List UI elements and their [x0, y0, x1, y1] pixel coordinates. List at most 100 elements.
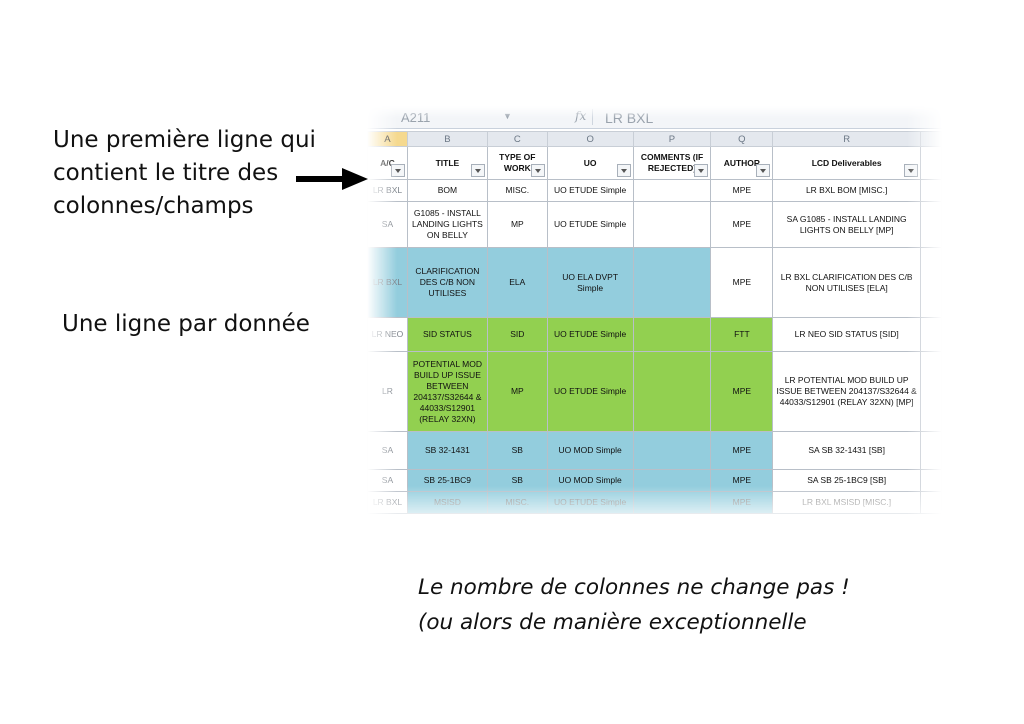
cell-comments[interactable]	[632, 431, 712, 470]
cell-title[interactable]: SB 25-1BC9	[406, 469, 488, 492]
name-box[interactable]: A211	[401, 110, 430, 125]
formula-input[interactable]: LR BXL	[605, 110, 653, 126]
cell-comments[interactable]	[632, 179, 712, 202]
cell-title[interactable]: POTENTIAL MOD BUILD UP ISSUE BETWEEN 204…	[406, 351, 488, 432]
filter-dropdown-icon[interactable]	[904, 164, 918, 177]
filter-dropdown-icon[interactable]	[470, 164, 485, 177]
cell-type[interactable]: MISC.	[486, 179, 548, 202]
header-label: AUTHOR	[723, 157, 761, 168]
cell-comments[interactable]	[632, 469, 712, 492]
cell-lcd[interactable]: LR BXL BOM [MISC.]	[772, 179, 921, 202]
cell-title[interactable]: CLARIFICATION DES C/B NON UTILISES	[406, 247, 488, 318]
cell-lcd[interactable]: LR NEO SID STATUS [SID]	[772, 317, 921, 352]
cell-author[interactable]: MPE	[710, 469, 774, 492]
table-row[interactable]: LR BXL BOM MISC. UO ETUDE Simple MPE LR …	[367, 179, 942, 202]
cell-uo[interactable]: UO ETUDE Simple	[546, 317, 634, 352]
spreadsheet-screenshot: A211 ▼ fx LR BXL A B C O P Q R A/C TITLE…	[367, 106, 942, 526]
cell-lcd[interactable]: SA G1085 - INSTALL LANDING LIGHTS ON BEL…	[772, 201, 921, 248]
cell-author[interactable]: MPE	[710, 491, 774, 514]
cell-uo[interactable]: UO ETUDE Simple	[546, 491, 634, 514]
cell-ac[interactable]: LR BXL	[367, 179, 408, 202]
filter-dropdown-icon[interactable]	[616, 164, 631, 177]
cell-title[interactable]: SB 32-1431	[406, 431, 488, 470]
cell-uo[interactable]: UO ETUDE Simple	[546, 179, 634, 202]
cell-comments[interactable]	[632, 201, 712, 248]
cell-ac[interactable]: LR	[367, 351, 408, 432]
cell-comments[interactable]	[632, 317, 712, 352]
cell-title[interactable]: MSISD	[406, 491, 488, 514]
cell-author[interactable]: MPE	[710, 179, 774, 202]
cell-uo[interactable]: UO MOD Simple	[546, 469, 634, 492]
filter-dropdown-icon[interactable]	[390, 164, 405, 177]
cell-lcd[interactable]: SA SB 32-1431 [SB]	[772, 431, 921, 470]
cell-author[interactable]: MPE	[710, 431, 774, 470]
cell-comments[interactable]	[632, 491, 712, 514]
cell-author[interactable]: MPE	[710, 201, 774, 248]
cell-title[interactable]: BOM	[406, 179, 488, 202]
table-row[interactable]: SA SB 25-1BC9 SB UO MOD Simple MPE SA SB…	[367, 469, 942, 492]
cell-partial	[920, 179, 942, 202]
cell-type[interactable]: MP	[486, 201, 548, 248]
chevron-down-icon[interactable]: ▼	[503, 111, 512, 121]
arrow-icon	[296, 168, 368, 190]
fx-icon[interactable]: fx	[575, 109, 586, 123]
cell-ac[interactable]: SA	[367, 201, 408, 248]
cell-ac[interactable]: SA	[367, 431, 408, 470]
cell-partial	[920, 491, 942, 514]
column-letter[interactable]: O	[546, 131, 634, 147]
header-cell: AUTHOR	[710, 146, 774, 180]
footer-note: Le nombre de colonnes ne change pas ! (o…	[418, 570, 850, 640]
cell-type[interactable]: SB	[486, 431, 548, 470]
cell-author[interactable]: FTT	[710, 317, 774, 352]
column-letter[interactable]: C	[486, 131, 548, 147]
cell-lcd[interactable]: LR BXL MSISD [MISC.]	[772, 491, 921, 514]
column-letter[interactable]: R	[772, 131, 921, 147]
row-callout: Une ligne par donnée	[62, 311, 310, 337]
table-row[interactable]: SA SB 32-1431 SB UO MOD Simple MPE SA SB…	[367, 431, 942, 470]
cell-type[interactable]: SID	[486, 317, 548, 352]
table-row[interactable]: LR BXL MSISD MISC. UO ETUDE Simple MPE L…	[367, 491, 942, 514]
footer-line-2: (ou alors de manière exceptionnelle	[418, 610, 807, 635]
table-row[interactable]: LR POTENTIAL MOD BUILD UP ISSUE BETWEEN …	[367, 351, 942, 432]
cell-partial	[920, 317, 942, 352]
table-row[interactable]: LR BXL CLARIFICATION DES C/B NON UTILISE…	[367, 247, 942, 318]
cell-uo[interactable]: UO ELA DVPT Simple	[546, 247, 634, 318]
cell-comments[interactable]	[632, 247, 712, 318]
cell-title[interactable]: SID STATUS	[406, 317, 488, 352]
cell-type[interactable]: SB	[486, 469, 548, 492]
cell-uo[interactable]: UO MOD Simple	[546, 431, 634, 470]
cell-author[interactable]: MPE	[710, 351, 774, 432]
column-letter-partial	[920, 131, 942, 147]
cell-partial	[920, 351, 942, 432]
table-row[interactable]: LR NEO SID STATUS SID UO ETUDE Simple FT…	[367, 317, 942, 352]
cell-uo[interactable]: UO ETUDE Simple	[546, 201, 634, 248]
cell-ac[interactable]: LR BXL	[367, 491, 408, 514]
cell-type[interactable]: ELA	[486, 247, 548, 318]
cell-type[interactable]: MISC.	[486, 491, 548, 514]
cell-partial	[920, 469, 942, 492]
cell-comments[interactable]	[632, 351, 712, 432]
column-letter[interactable]: P	[632, 131, 712, 147]
cell-type[interactable]: MP	[486, 351, 548, 432]
cell-ac[interactable]: LR BXL	[367, 247, 408, 318]
cell-ac[interactable]: LR NEO	[367, 317, 408, 352]
filter-dropdown-icon[interactable]	[694, 164, 709, 177]
cell-lcd[interactable]: LR BXL CLARIFICATION DES C/B NON UTILISE…	[772, 247, 921, 318]
cell-uo[interactable]: UO ETUDE Simple	[546, 351, 634, 432]
formula-bar: A211 ▼ fx LR BXL	[367, 106, 942, 129]
table-row[interactable]: SA G1085 - INSTALL LANDING LIGHTS ON BEL…	[367, 201, 942, 248]
filter-dropdown-icon[interactable]	[756, 164, 771, 177]
column-letter[interactable]: Q	[710, 131, 774, 147]
cell-lcd[interactable]: LR POTENTIAL MOD BUILD UP ISSUE BETWEEN …	[772, 351, 921, 432]
cell-ac[interactable]: SA	[367, 469, 408, 492]
column-letter[interactable]: A	[367, 131, 408, 147]
cell-partial	[920, 201, 942, 248]
column-letter[interactable]: B	[406, 131, 488, 147]
cell-title[interactable]: G1085 - INSTALL LANDING LIGHTS ON BELLY	[406, 201, 488, 248]
filter-dropdown-icon[interactable]	[530, 164, 545, 177]
column-letters-row: A B C O P Q R	[367, 131, 942, 147]
header-row: A/C TITLE TYPE OF WORK UO COMMENTS (IF R…	[367, 146, 942, 180]
cell-partial	[920, 247, 942, 318]
cell-lcd[interactable]: SA SB 25-1BC9 [SB]	[772, 469, 921, 492]
cell-author[interactable]: MPE	[710, 247, 774, 318]
